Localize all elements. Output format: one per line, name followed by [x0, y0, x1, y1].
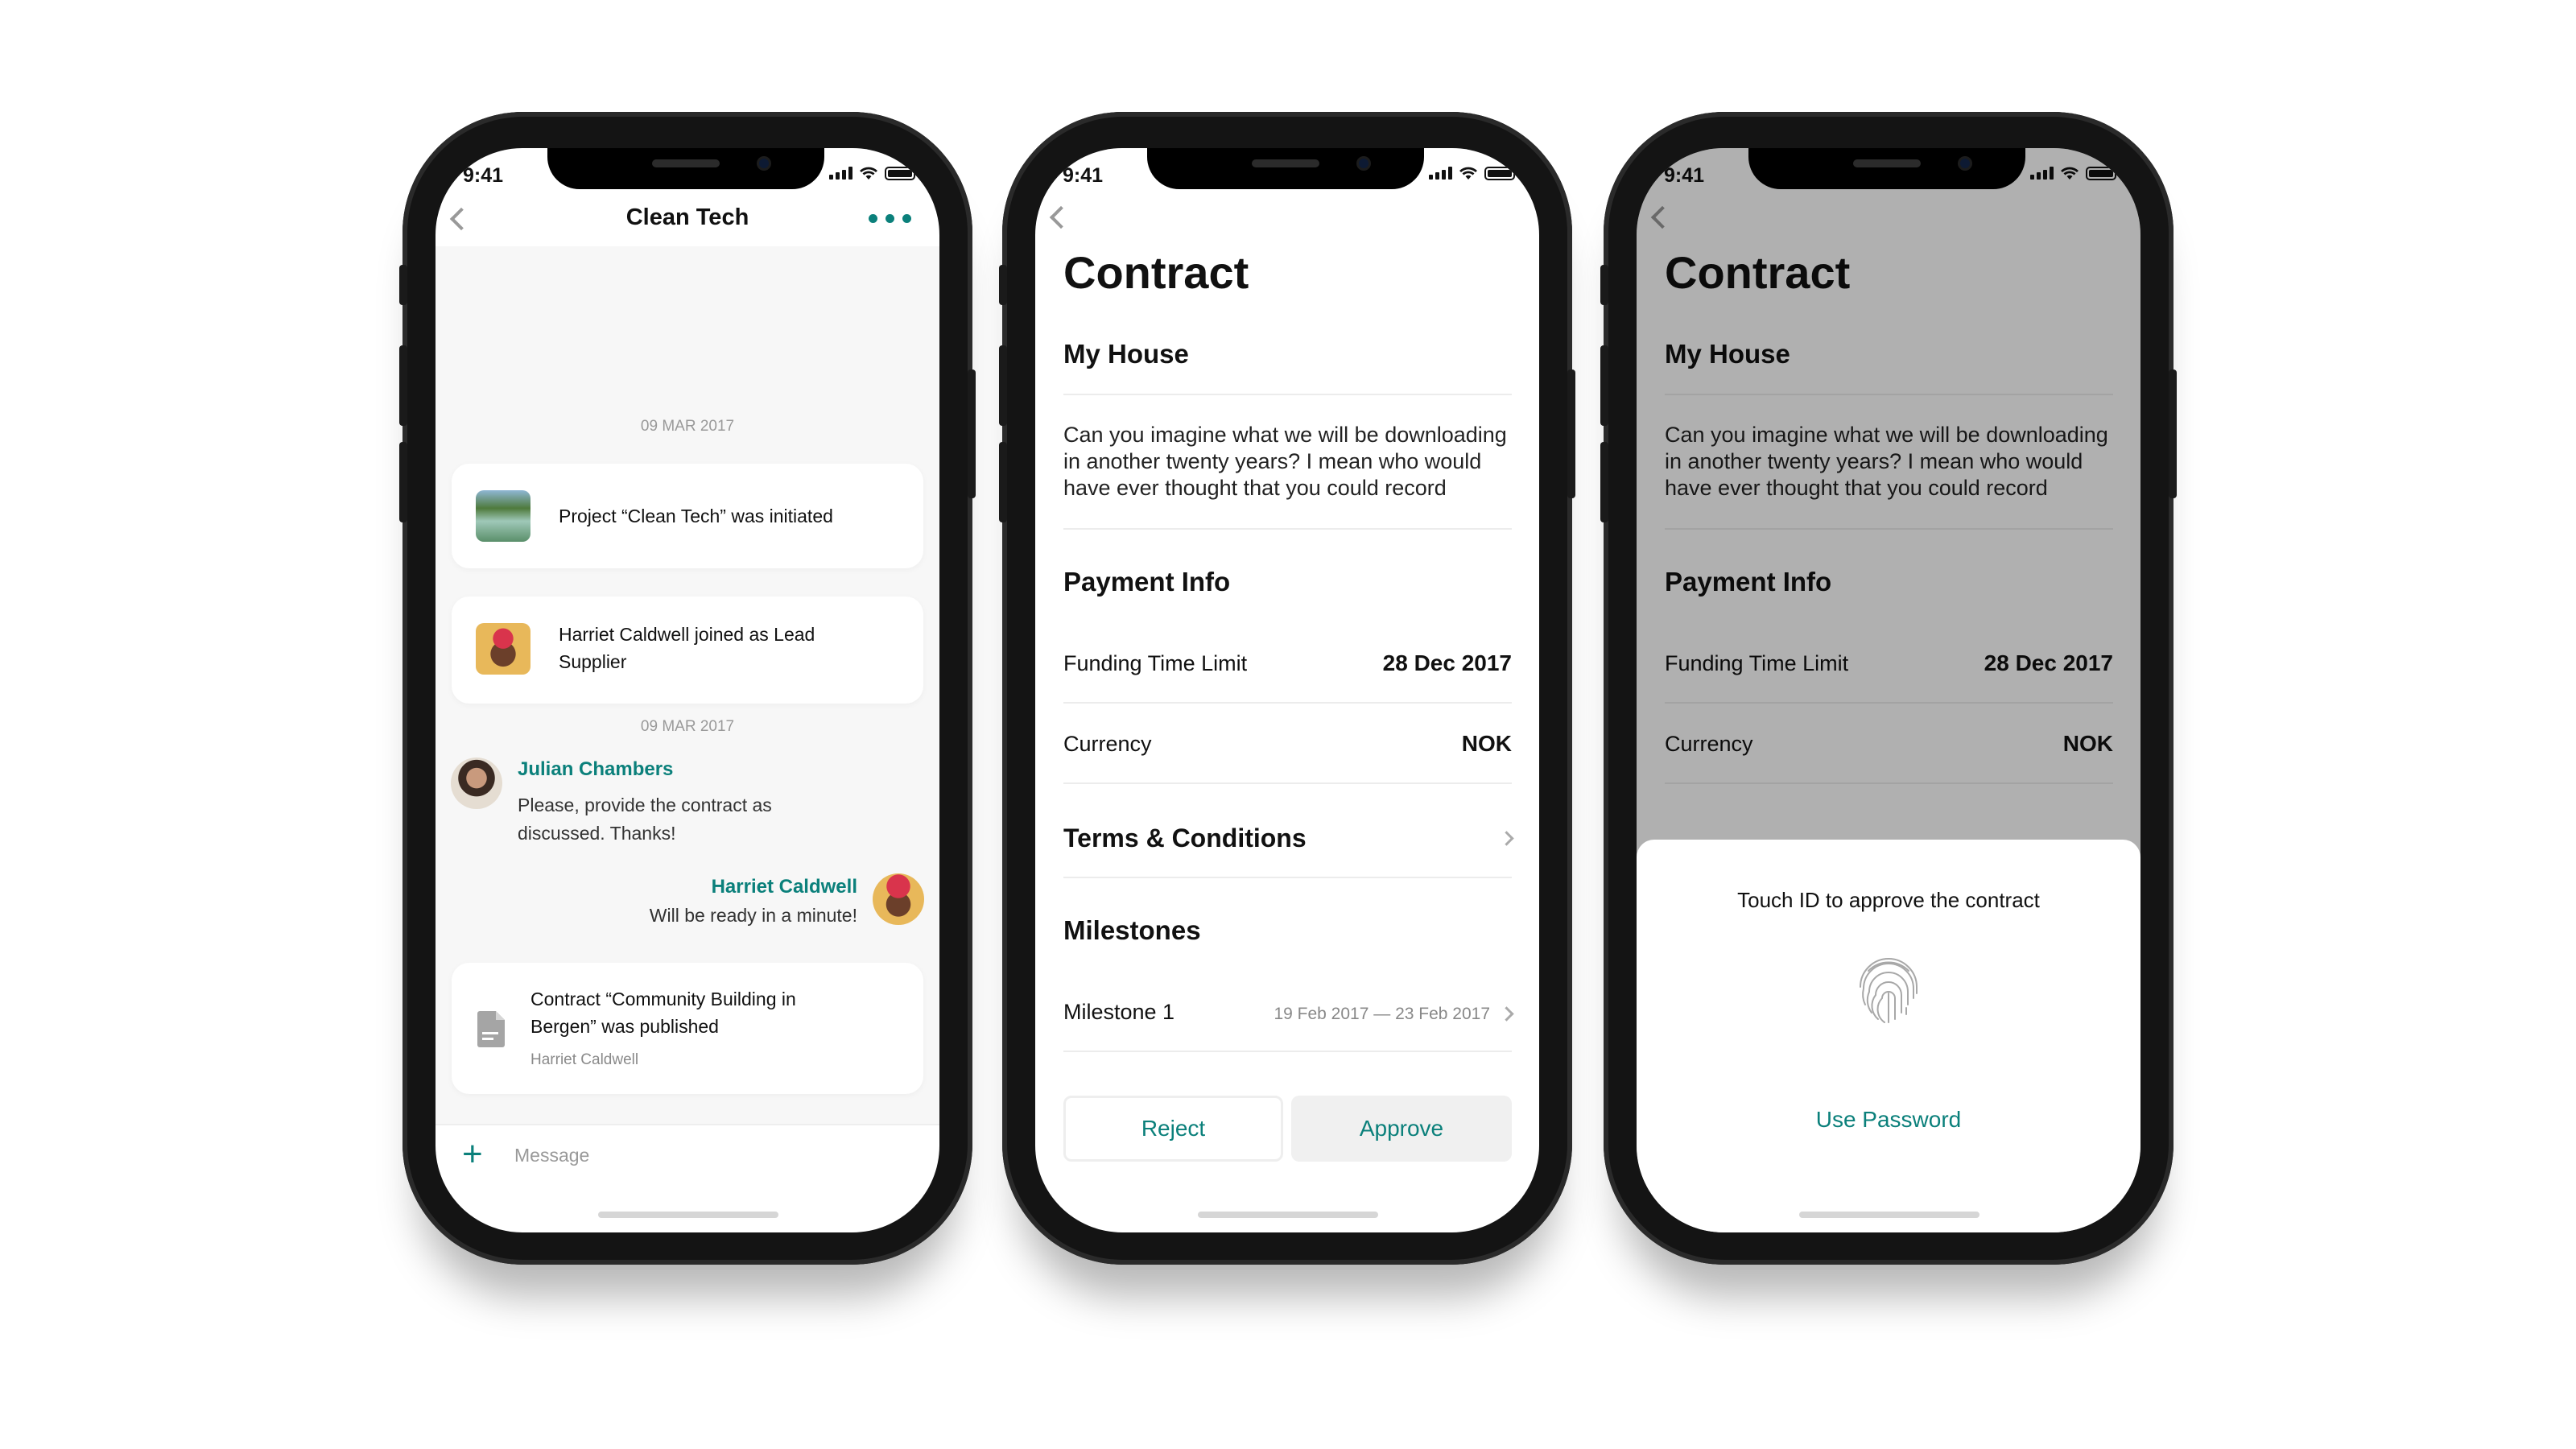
use-password-button[interactable]: Use Password [1637, 1107, 2140, 1133]
screen: 9:41 Contract My House Can you imagine w… [1637, 148, 2140, 1232]
add-attachment-plus-icon[interactable]: + [462, 1135, 483, 1174]
event-text: Contract “Community Building in Bergen” … [530, 989, 796, 1037]
payment-info-header: Payment Info [1063, 567, 1231, 597]
status-icons [1429, 166, 1515, 180]
event-author: Harriet Caldwell [530, 1051, 639, 1068]
message-text: Please, provide the contract as discusse… [518, 795, 772, 844]
phone-chat: 9:41 Clean Tech 09 MAR 2017 Project “Cle… [399, 112, 976, 1265]
message-input[interactable]: Message [514, 1126, 917, 1184]
message-sender: Julian Chambers [518, 758, 674, 780]
battery-icon [1484, 166, 1515, 180]
battery-icon [885, 166, 915, 180]
date-separator: 09 MAR 2017 [640, 718, 735, 735]
page-title: Contract [1063, 247, 1249, 298]
screen: 9:41 Clean Tech 09 MAR 2017 Project “Cle… [436, 148, 939, 1232]
notch [1147, 148, 1424, 189]
terms-conditions-row[interactable]: Terms & Conditions [1063, 820, 1514, 856]
event-text: Project “Clean Tech” was initiated [559, 506, 833, 526]
message-text: Will be ready in a minute! [649, 905, 857, 926]
milestone-row[interactable]: Milestone 1 19 Feb 2017 — 23 Feb 2017 [1063, 996, 1514, 1028]
more-ellipsis-icon[interactable] [869, 214, 911, 223]
funding-time-limit-row: Funding Time Limit 28 Dec 2017 [1063, 647, 1512, 679]
chevron-right-icon [1499, 1005, 1514, 1022]
row-label: Terms & Conditions [1063, 823, 1307, 852]
contract-description: Can you imagine what we will be download… [1063, 423, 1507, 500]
status-time: 9:41 [463, 164, 504, 187]
currency-row: Currency NOK [1063, 728, 1512, 760]
date-separator: 09 MAR 2017 [640, 418, 735, 435]
back-chevron-icon[interactable] [1049, 205, 1073, 229]
row-label: Milestone 1 [1063, 999, 1175, 1024]
wifi-icon [860, 167, 877, 180]
harriet-thumbnail [476, 623, 530, 675]
chevron-right-icon [1499, 830, 1514, 846]
touch-id-sheet: Touch ID to approve the contract Use Pas… [1637, 840, 2140, 1232]
row-value: 28 Dec 2017 [1382, 650, 1512, 675]
row-value: NOK [1461, 731, 1512, 756]
event-card[interactable]: Harriet Caldwell joined as Lead Supplier [452, 597, 923, 704]
home-indicator[interactable] [1799, 1212, 1979, 1218]
milestones-header: Milestones [1063, 915, 1201, 945]
signal-icon [829, 167, 852, 180]
project-thumbnail [476, 490, 530, 542]
phone-contract: 9:41 Contract My House Can you imagine w… [999, 112, 1575, 1265]
status-time: 9:41 [1063, 164, 1104, 187]
fingerprint-icon[interactable] [1852, 955, 1925, 1027]
home-indicator[interactable] [598, 1212, 778, 1218]
avatar-harriet[interactable] [873, 873, 924, 925]
home-indicator[interactable] [1198, 1212, 1378, 1218]
phone-touch-id: 9:41 Contract My House Can you imagine w… [1600, 112, 2177, 1265]
document-icon [477, 1011, 505, 1047]
row-label: Funding Time Limit [1063, 650, 1248, 675]
event-card[interactable]: Project “Clean Tech” was initiated [452, 464, 923, 568]
approve-button[interactable]: Approve [1291, 1096, 1512, 1162]
status-icons [829, 166, 915, 180]
contract-name: My House [1063, 339, 1189, 369]
contract-card[interactable]: Contract “Community Building in Bergen” … [452, 963, 923, 1094]
message-sender: Harriet Caldwell [711, 876, 857, 898]
reject-button[interactable]: Reject [1063, 1096, 1283, 1162]
chat-title: Clean Tech [625, 204, 749, 230]
milestone-dates: 19 Feb 2017 — 23 Feb 2017 [1274, 1004, 1490, 1023]
event-text: Harriet Caldwell joined as Lead Supplier [559, 624, 815, 672]
wifi-icon [1459, 167, 1477, 180]
signal-icon [1429, 167, 1452, 180]
avatar-julian[interactable] [451, 758, 502, 809]
notch [547, 148, 824, 189]
screen: 9:41 Contract My House Can you imagine w… [1035, 148, 1539, 1232]
notch [1748, 148, 2025, 189]
touch-id-prompt: Touch ID to approve the contract [1737, 888, 2040, 912]
row-label: Currency [1063, 731, 1152, 756]
